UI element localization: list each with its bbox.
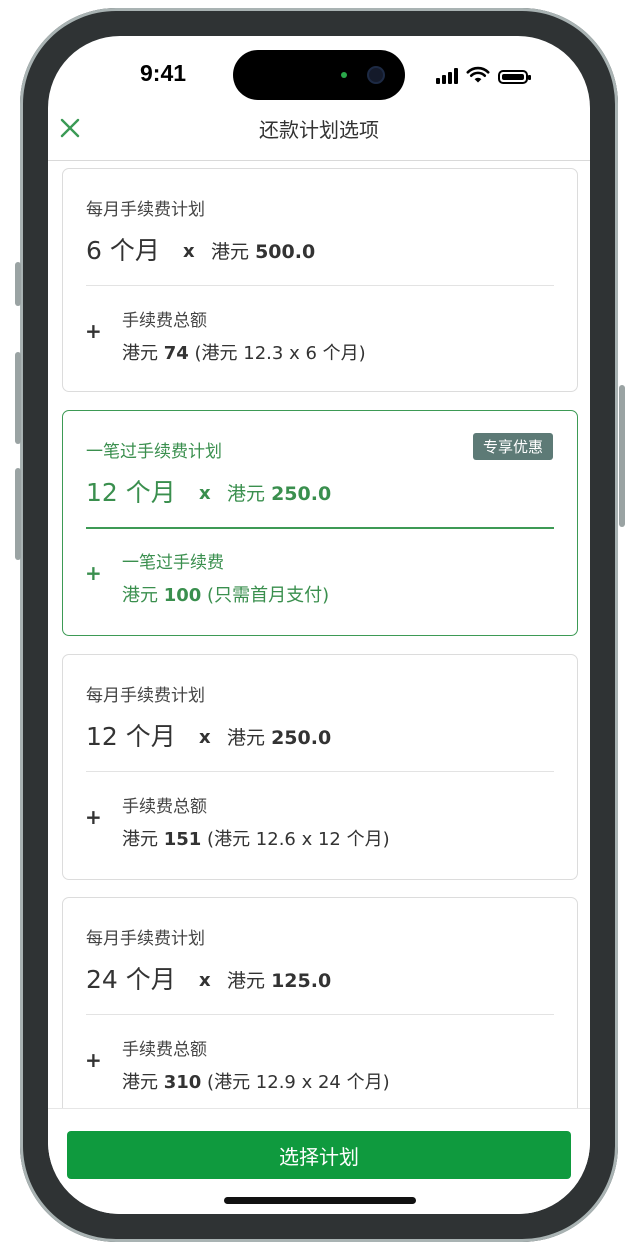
fee-detail: (港元 12.3 x 6 个月) xyxy=(194,343,366,364)
fee-detail: (港元 12.9 x 24 个月) xyxy=(207,1072,390,1093)
installment-value: 250.0 xyxy=(271,727,332,749)
nav-bar: 还款计划选项 xyxy=(48,108,590,161)
page-title: 还款计划选项 xyxy=(259,118,379,142)
currency-label: 港元 xyxy=(227,483,266,505)
camera-lens xyxy=(367,66,385,84)
fee-amount: 151 xyxy=(163,829,202,850)
phone-volume-down xyxy=(15,468,21,560)
phone-screen: 9:41 还款计划选项 每月手续费计划 6 个月 x 港元 500.0 + 手续… xyxy=(48,36,590,1214)
fee-amount: 74 xyxy=(163,343,189,364)
plus-icon: + xyxy=(85,319,102,343)
plan-type-label: 一笔过手续费计划 xyxy=(86,442,222,462)
plan-card-12-months[interactable]: 每月手续费计划 12 个月 x 港元 250.0 + 手续费总额 港元 151 … xyxy=(62,654,578,880)
plan-type-label: 每月手续费计划 xyxy=(86,686,205,706)
card-divider xyxy=(86,527,554,529)
fee-amount: 100 xyxy=(163,585,202,606)
plus-icon: + xyxy=(85,561,102,585)
plan-months: 6 个月 xyxy=(86,236,160,265)
plus-icon: + xyxy=(85,805,102,829)
fee-currency: 港元 xyxy=(122,1072,158,1093)
currency-label: 港元 xyxy=(227,970,266,992)
wifi-icon xyxy=(466,66,490,83)
fee-label: 一笔过手续费 xyxy=(122,553,224,573)
exclusive-offer-badge: 专享优惠 xyxy=(472,433,553,460)
multiply-sign: x xyxy=(199,727,211,748)
card-divider xyxy=(86,285,554,286)
status-time: 9:41 xyxy=(140,60,187,86)
phone-volume-up xyxy=(15,352,21,444)
plan-type-label: 每月手续费计划 xyxy=(86,929,205,949)
fee-label: 手续费总额 xyxy=(122,311,207,331)
signal-icon xyxy=(436,68,458,84)
phone-power-button xyxy=(619,385,625,527)
plan-months: 12 个月 xyxy=(86,722,176,751)
plan-installment-amount: 港元 125.0 xyxy=(227,966,331,993)
card-divider xyxy=(86,1014,554,1015)
plan-installment-amount: 港元 500.0 xyxy=(211,237,315,264)
privacy-indicator-dot xyxy=(341,72,347,78)
fee-value: 港元 100 (只需首月支付) xyxy=(122,581,329,607)
phone-mute-switch xyxy=(15,262,21,306)
plan-card-24-months[interactable]: 每月手续费计划 24 个月 x 港元 125.0 + 手续费总额 港元 310 … xyxy=(62,897,578,1123)
plan-installment-amount: 港元 250.0 xyxy=(227,479,331,506)
plan-installment-amount: 港元 250.0 xyxy=(227,723,331,750)
dynamic-island xyxy=(233,50,405,100)
fee-currency: 港元 xyxy=(122,829,158,850)
multiply-sign: x xyxy=(199,483,211,504)
multiply-sign: x xyxy=(199,970,211,991)
fee-detail: (只需首月支付) xyxy=(207,585,330,606)
fee-value: 港元 74 (港元 12.3 x 6 个月) xyxy=(122,339,366,365)
fee-value: 港元 151 (港元 12.6 x 12 个月) xyxy=(122,825,390,851)
plan-card-6-months[interactable]: 每月手续费计划 6 个月 x 港元 500.0 + 手续费总额 港元 74 (港… xyxy=(62,168,578,392)
currency-label: 港元 xyxy=(227,727,266,749)
fee-label: 手续费总额 xyxy=(122,1040,207,1060)
select-plan-button[interactable]: 选择计划 xyxy=(67,1131,571,1179)
fee-currency: 港元 xyxy=(122,343,158,364)
status-icons xyxy=(436,66,531,84)
installment-value: 250.0 xyxy=(271,483,332,505)
installment-value: 125.0 xyxy=(271,970,332,992)
plan-months: 24 个月 xyxy=(86,965,176,994)
plan-type-label: 每月手续费计划 xyxy=(86,200,205,220)
battery-icon xyxy=(498,70,531,84)
currency-label: 港元 xyxy=(211,241,250,263)
plan-card-12-months-one-off[interactable]: 一笔过手续费计划 专享优惠 12 个月 x 港元 250.0 + 一笔过手续费 … xyxy=(62,410,578,636)
fee-label: 手续费总额 xyxy=(122,797,207,817)
fee-currency: 港元 xyxy=(122,585,158,606)
fee-detail: (港元 12.6 x 12 个月) xyxy=(207,829,390,850)
plus-icon: + xyxy=(85,1048,102,1072)
plan-months: 12 个月 xyxy=(86,478,176,507)
card-divider xyxy=(86,771,554,772)
fee-value: 港元 310 (港元 12.9 x 24 个月) xyxy=(122,1068,390,1094)
fee-amount: 310 xyxy=(163,1072,202,1093)
home-indicator[interactable] xyxy=(224,1197,416,1204)
multiply-sign: x xyxy=(183,241,195,262)
bottom-action-bar: 选择计划 xyxy=(48,1108,590,1214)
installment-value: 500.0 xyxy=(255,241,316,263)
